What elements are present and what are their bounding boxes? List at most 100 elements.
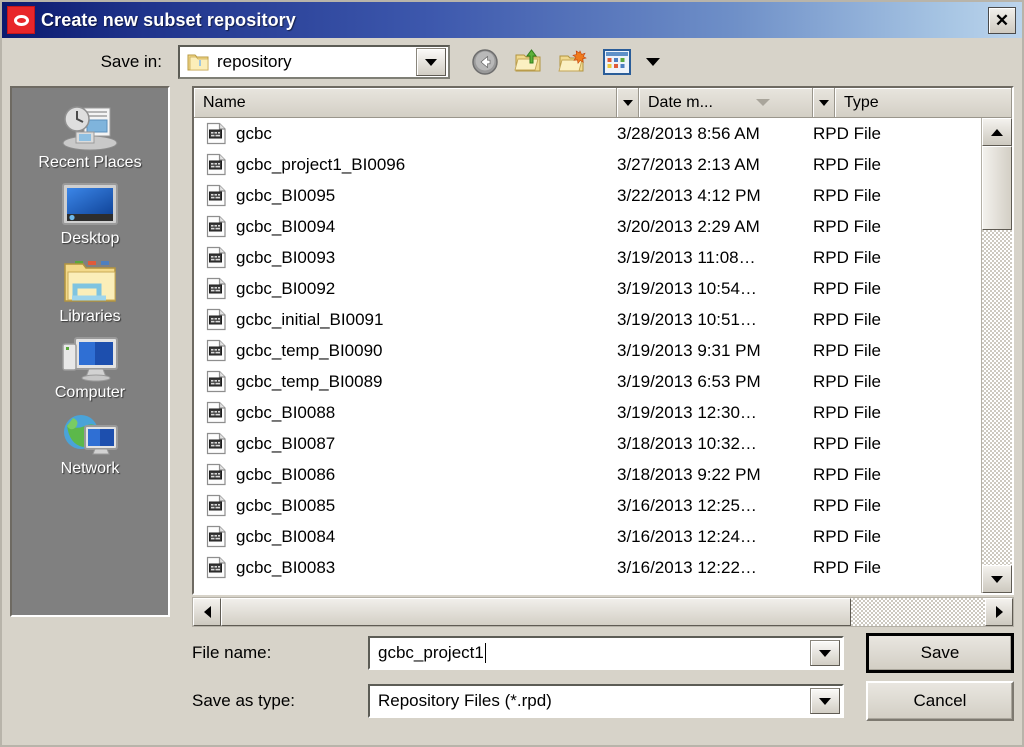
file-list[interactable]: Name Date m... Type gcbc 3/28/2013 8:56 A… bbox=[192, 86, 1014, 595]
sidebar-item-desktop[interactable]: Desktop bbox=[12, 180, 168, 250]
table-row[interactable]: gcbc_temp_BI0089 3/19/2013 6:53 PM RPD Fil… bbox=[194, 366, 981, 397]
file-name-cell[interactable]: gcbc_BI0093 bbox=[194, 246, 617, 269]
file-name-text: gcbc_project1_BI0096 bbox=[236, 154, 406, 174]
file-rows: gcbc 3/28/2013 8:56 AM RPD File gcbc_proje… bbox=[194, 118, 981, 593]
file-type-cell: RPD File bbox=[813, 371, 882, 391]
save-as-type-value: Repository Files (*.rpd) bbox=[378, 691, 552, 710]
file-name-cell[interactable]: gcbc_BI0088 bbox=[194, 401, 617, 424]
save-button[interactable]: Save bbox=[866, 633, 1014, 673]
scroll-down-button[interactable] bbox=[982, 565, 1012, 593]
horizontal-scrollbar[interactable] bbox=[192, 597, 1014, 627]
file-type-cell: RPD File bbox=[813, 495, 882, 515]
file-date-cell: 3/19/2013 6:53 PM bbox=[617, 371, 761, 391]
close-icon[interactable]: ✕ bbox=[988, 7, 1016, 34]
folder-icon bbox=[187, 52, 209, 72]
table-row[interactable]: gcbc_BI0092 3/19/2013 10:54… RPD File bbox=[194, 273, 981, 304]
table-row[interactable]: gcbc 3/28/2013 8:56 AM RPD File bbox=[194, 118, 981, 149]
file-type-cell: RPD File bbox=[813, 278, 882, 298]
table-row[interactable]: gcbc_temp_BI0090 3/19/2013 9:31 PM RPD Fil… bbox=[194, 335, 981, 366]
file-name-cell[interactable]: gcbc_temp_BI0089 bbox=[194, 370, 617, 393]
table-row[interactable]: gcbc_initial_BI0091 3/19/2013 10:51… RPD F… bbox=[194, 304, 981, 335]
file-name-cell[interactable]: gcbc_BI0084 bbox=[194, 525, 617, 548]
horizontal-scrollbar-track[interactable] bbox=[851, 598, 985, 626]
table-row[interactable]: gcbc_BI0084 3/16/2013 12:24… RPD File bbox=[194, 521, 981, 552]
column-splitter-name[interactable] bbox=[617, 88, 639, 118]
column-header-date-label: Date m... bbox=[648, 93, 713, 111]
scroll-left-button[interactable] bbox=[193, 598, 221, 626]
file-name-cell[interactable]: gcbc_initial_BI0091 bbox=[194, 308, 617, 331]
file-browser: Name Date m... Type gcbc 3/28/2013 8:56 A… bbox=[192, 86, 1014, 627]
horizontal-scrollbar-thumb[interactable] bbox=[221, 598, 851, 626]
chevron-down-icon[interactable] bbox=[416, 48, 446, 76]
cancel-button[interactable]: Cancel bbox=[866, 681, 1014, 721]
views-icon[interactable] bbox=[602, 47, 632, 77]
file-name-chevron-down-icon[interactable] bbox=[810, 640, 840, 666]
sidebar-item-libraries[interactable]: Libraries bbox=[12, 256, 168, 328]
views-chevron-down-icon[interactable] bbox=[638, 47, 668, 77]
new-folder-icon[interactable] bbox=[558, 47, 588, 77]
rpd-file-icon bbox=[206, 339, 227, 362]
column-header-date-modified[interactable]: Date m... bbox=[639, 88, 813, 118]
sidebar-item-network[interactable]: Network bbox=[12, 410, 168, 480]
back-arrow-icon[interactable] bbox=[470, 47, 500, 77]
vertical-scrollbar[interactable] bbox=[981, 118, 1012, 593]
scroll-right-button[interactable] bbox=[985, 598, 1013, 626]
title-bar: Create new subset repository ✕ bbox=[2, 2, 1022, 38]
network-icon bbox=[59, 412, 121, 458]
computer-icon bbox=[59, 336, 121, 382]
file-name-cell[interactable]: gcbc_project1_BI0096 bbox=[194, 153, 617, 176]
save-as-type-chevron-down-icon[interactable] bbox=[810, 688, 840, 714]
table-row[interactable]: gcbc_BI0095 3/22/2013 4:12 PM RPD File bbox=[194, 180, 981, 211]
sidebar-item-recent-places[interactable]: Recent Places bbox=[12, 100, 168, 174]
up-one-level-icon[interactable] bbox=[514, 47, 544, 77]
column-header-type[interactable]: Type bbox=[835, 88, 1012, 118]
save-in-combobox[interactable]: repository bbox=[178, 45, 450, 79]
save-as-type-select[interactable]: Repository Files (*.rpd) bbox=[368, 684, 844, 718]
sidebar-item-label: Network bbox=[60, 460, 120, 477]
file-name-cell[interactable]: gcbc bbox=[194, 122, 617, 145]
vertical-scrollbar-track[interactable] bbox=[982, 230, 1012, 565]
file-type-cell: RPD File bbox=[813, 464, 882, 484]
rpd-file-icon bbox=[206, 215, 227, 238]
file-name-cell[interactable]: gcbc_BI0083 bbox=[194, 556, 617, 579]
sidebar-item-computer[interactable]: Computer bbox=[12, 334, 168, 404]
rpd-file-icon bbox=[206, 184, 227, 207]
file-type-cell: RPD File bbox=[813, 309, 882, 329]
file-name-cell[interactable]: gcbc_BI0086 bbox=[194, 463, 617, 486]
file-name-cell[interactable]: gcbc_BI0095 bbox=[194, 184, 617, 207]
table-row[interactable]: gcbc_BI0094 3/20/2013 2:29 AM RPD File bbox=[194, 211, 981, 242]
vertical-scrollbar-thumb[interactable] bbox=[982, 146, 1012, 230]
file-name-cell[interactable]: gcbc_BI0092 bbox=[194, 277, 617, 300]
oracle-logo-icon bbox=[7, 6, 35, 34]
file-name-cell[interactable]: gcbc_BI0085 bbox=[194, 494, 617, 517]
file-date-cell: 3/18/2013 9:22 PM bbox=[617, 464, 761, 484]
table-row[interactable]: gcbc_project1_BI0096 3/27/2013 2:13 AM RPD… bbox=[194, 149, 981, 180]
libraries-icon bbox=[59, 258, 121, 306]
table-row[interactable]: gcbc_BI0093 3/19/2013 11:08… RPD File bbox=[194, 242, 981, 273]
table-row[interactable]: gcbc_BI0088 3/19/2013 12:30… RPD File bbox=[194, 397, 981, 428]
file-date-cell: 3/28/2013 8:56 AM bbox=[617, 123, 760, 143]
table-row[interactable]: gcbc_BI0085 3/16/2013 12:25… RPD File bbox=[194, 490, 981, 521]
table-row[interactable]: gcbc_BI0086 3/18/2013 9:22 PM RPD File bbox=[194, 459, 981, 490]
file-name-cell[interactable]: gcbc_temp_BI0090 bbox=[194, 339, 617, 362]
file-name-cell[interactable]: gcbc_BI0094 bbox=[194, 215, 617, 238]
column-header-name[interactable]: Name bbox=[194, 88, 617, 118]
file-name-text: gcbc_BI0093 bbox=[236, 247, 336, 267]
file-name-input[interactable]: gcbc_project1 bbox=[368, 636, 844, 670]
scroll-up-button[interactable] bbox=[982, 118, 1012, 146]
file-name-cell[interactable]: gcbc_BI0087 bbox=[194, 432, 617, 455]
footer-spacer bbox=[10, 627, 170, 735]
rpd-file-icon bbox=[206, 525, 227, 548]
table-row[interactable]: gcbc_BI0087 3/18/2013 10:32… RPD File bbox=[194, 428, 981, 459]
table-row[interactable]: gcbc_BI0083 3/16/2013 12:22… RPD File bbox=[194, 552, 981, 583]
column-splitter-date[interactable] bbox=[813, 88, 835, 118]
sidebar-item-label: Computer bbox=[54, 384, 126, 401]
column-headers: Name Date m... Type bbox=[194, 88, 1012, 118]
rpd-file-icon bbox=[206, 122, 227, 145]
file-date-cell: 3/16/2013 12:24… bbox=[617, 526, 757, 546]
file-date-cell: 3/18/2013 10:32… bbox=[617, 433, 757, 453]
file-date-cell: 3/20/2013 2:29 AM bbox=[617, 216, 760, 236]
save-dialog: Create new subset repository ✕ Save in: … bbox=[0, 0, 1024, 747]
footer-buttons: Save Cancel bbox=[844, 627, 1014, 735]
file-name-text: gcbc_BI0088 bbox=[236, 402, 336, 422]
